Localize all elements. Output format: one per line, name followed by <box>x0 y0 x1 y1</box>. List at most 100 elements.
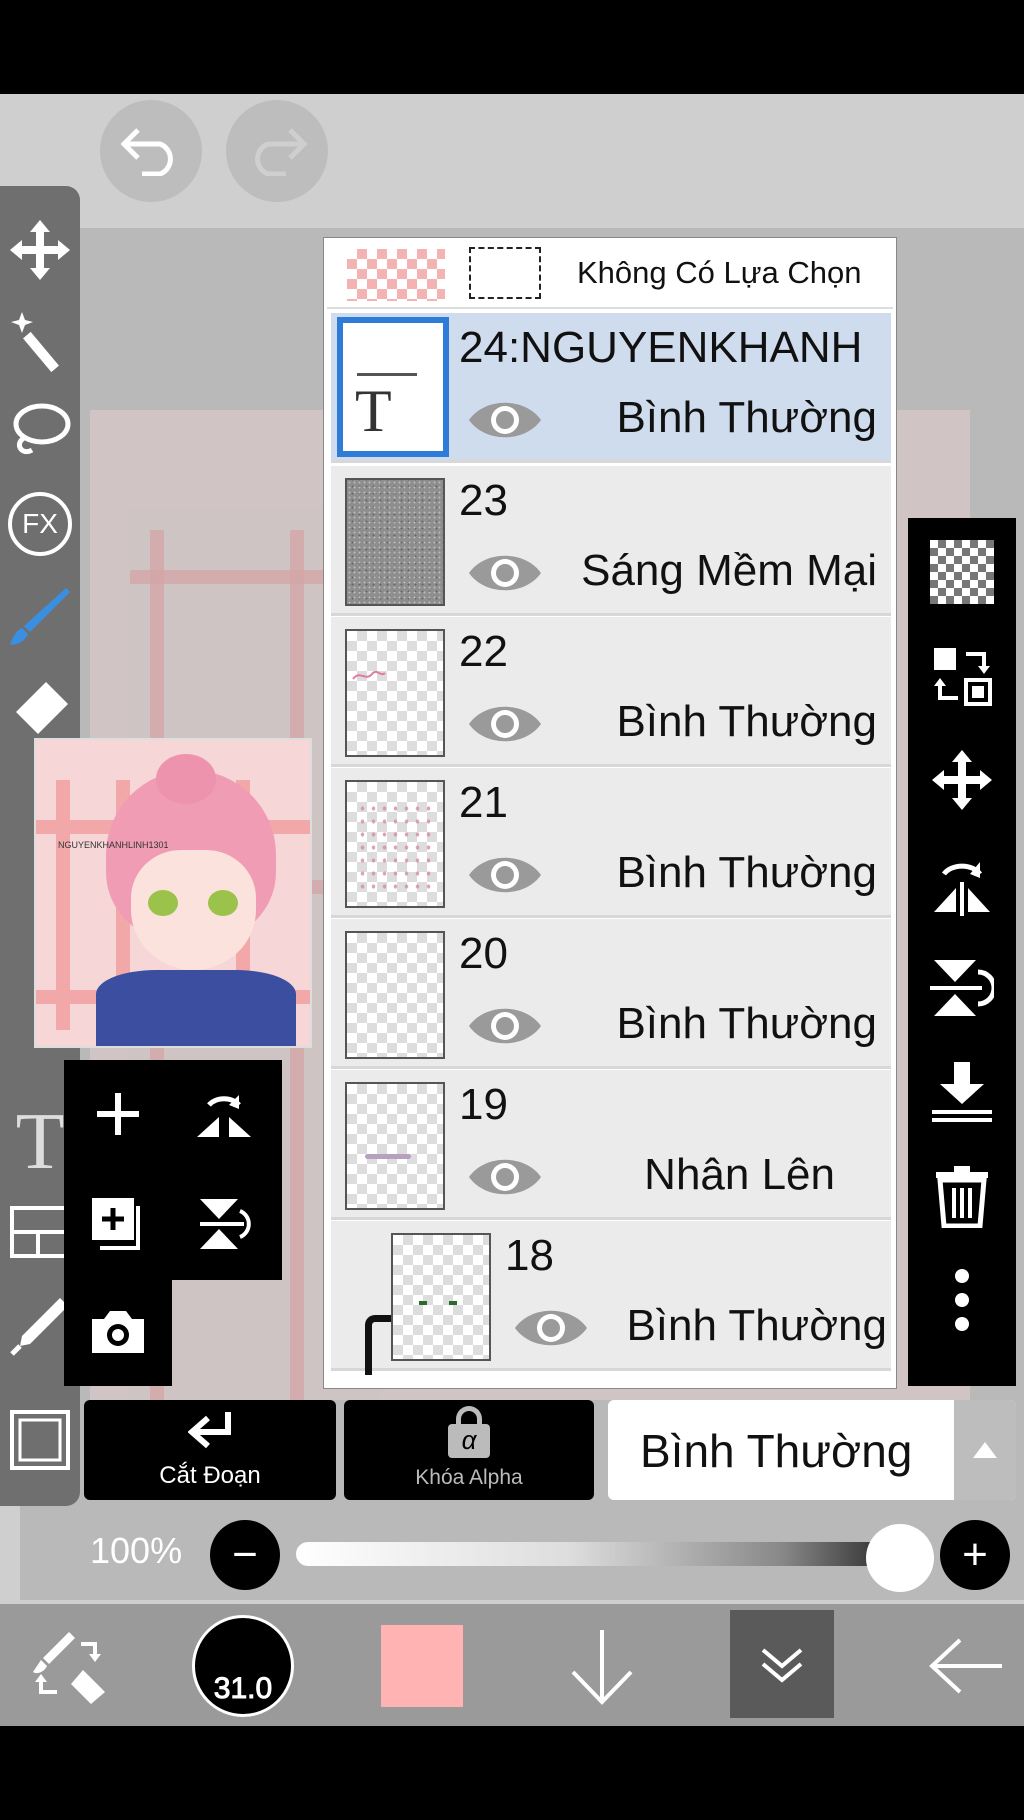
color-button[interactable] <box>380 1614 464 1718</box>
clipping-button[interactable]: Cắt Đoạn <box>84 1400 336 1500</box>
alpha-lock-button[interactable]: α Khóa Alpha <box>344 1400 594 1500</box>
reference-image[interactable]: NGUYENKHANHLINH1301 <box>34 738 312 1048</box>
minus-icon: − <box>232 1530 258 1579</box>
filter-tool[interactable]: FX <box>4 488 76 560</box>
back-button[interactable] <box>916 1614 1016 1718</box>
eye-icon[interactable] <box>467 397 543 443</box>
camera-button[interactable] <box>68 1282 168 1382</box>
layer-thumbnail <box>345 1082 445 1210</box>
layer-name: 20 <box>459 929 508 978</box>
layer-swap-icon <box>934 648 992 706</box>
opacity-decrease-button[interactable]: − <box>210 1520 280 1590</box>
layer-thumbnail: T <box>337 317 449 457</box>
canvas-icon <box>10 1410 70 1470</box>
layer-name: 24:NGUYENKHANH <box>459 323 863 372</box>
canvas-tool[interactable] <box>4 1404 76 1476</box>
brush-eraser-toggle[interactable] <box>14 1614 124 1718</box>
layer-thumbnail <box>391 1233 491 1361</box>
layers-panel-button[interactable] <box>730 1610 834 1718</box>
eye-icon[interactable] <box>467 1154 543 1200</box>
status-bar <box>0 0 1024 94</box>
opacity-slider-handle[interactable] <box>866 1524 934 1592</box>
layer-name: 22 <box>459 627 508 676</box>
bottom-toolbar: 31.0 <box>0 1604 1024 1726</box>
flip-horizontal-button[interactable] <box>922 844 1002 924</box>
layer-blend-mode: Bình Thường <box>616 697 877 746</box>
eye-icon[interactable] <box>467 852 543 898</box>
brush-eraser-swap-icon <box>33 1632 105 1704</box>
blend-mode-value: Bình Thường <box>640 1425 913 1477</box>
flip-vertical-icon <box>930 960 994 1016</box>
layer-swap-button[interactable] <box>922 636 1002 716</box>
layer-down-button[interactable] <box>552 1614 652 1718</box>
character-collar <box>96 970 296 1046</box>
layer-panel: Không Có Lựa Chọn T 24:NGUYENKHANH Bình … <box>324 238 896 1388</box>
opacity-slider[interactable] <box>296 1542 904 1566</box>
layer-row-19[interactable]: 19 Nhân Lên <box>331 1070 891 1220</box>
layer-name: 23 <box>459 476 508 525</box>
eraser-tool[interactable] <box>4 672 76 744</box>
flip-vertical-button[interactable] <box>174 1174 274 1274</box>
blend-mode-dropdown[interactable] <box>954 1400 1016 1500</box>
lock-icon: α <box>448 1406 490 1458</box>
flip-rotate-button[interactable] <box>174 1064 274 1164</box>
layer-row-23[interactable]: 23 Sáng Mềm Mại <box>331 466 891 616</box>
text-icon: T <box>355 378 392 444</box>
eye-icon[interactable] <box>467 701 543 747</box>
transform-tool[interactable] <box>4 214 76 286</box>
layer-row-21[interactable]: 21 Bình Thường <box>331 768 891 918</box>
eye-icon[interactable] <box>467 550 543 596</box>
move-icon <box>932 750 992 810</box>
flip-vertical-layer-button[interactable] <box>922 948 1002 1028</box>
brush-tool[interactable] <box>4 580 76 652</box>
opacity-increase-button[interactable]: + <box>940 1520 1010 1590</box>
eyedropper-icon <box>10 1298 68 1356</box>
quick-action-panel <box>64 1060 282 1280</box>
selection-row[interactable]: Không Có Lựa Chọn <box>327 241 893 309</box>
opacity-value: 100% <box>90 1530 183 1571</box>
layer-row-18[interactable]: 18 Bình Thường <box>331 1221 891 1375</box>
selection-mask-icon <box>469 247 541 299</box>
character-eye-left <box>148 890 178 916</box>
delete-layer-button[interactable] <box>922 1156 1002 1236</box>
trash-icon <box>936 1166 988 1228</box>
layer-thumbnail <box>345 780 445 908</box>
layer-row-22[interactable]: 22 Bình Thường <box>331 617 891 767</box>
layer-name: 21 <box>459 778 508 827</box>
undo-button[interactable] <box>100 100 202 202</box>
undo-icon <box>120 128 173 176</box>
add-layer-button[interactable] <box>68 1064 168 1164</box>
layer-thumbnail <box>345 629 445 757</box>
layer-blend-mode: Bình Thường <box>616 999 877 1048</box>
layer-name: 18 <box>505 1231 554 1280</box>
merge-down-button[interactable] <box>922 1052 1002 1132</box>
blend-mode-select[interactable]: Bình Thường <box>608 1400 1016 1500</box>
brush-size-button[interactable]: 31.0 <box>188 1614 298 1718</box>
flip-horizontal-icon <box>934 862 990 916</box>
move-layer-button[interactable] <box>922 740 1002 820</box>
eye-icon[interactable] <box>467 1003 543 1049</box>
duplicate-layer-button[interactable] <box>68 1174 168 1274</box>
layer-thumbnail <box>345 931 445 1059</box>
magic-wand-tool[interactable] <box>4 304 76 376</box>
layer-action-strip <box>908 518 1016 1386</box>
text-icon: T <box>15 1098 65 1186</box>
move-arrows-icon <box>10 220 70 280</box>
system-nav-bar <box>0 1726 1024 1820</box>
flip-vertical-icon <box>200 1199 251 1249</box>
merge-down-icon <box>932 1062 992 1122</box>
character-bun <box>156 754 216 804</box>
transparent-layer-icon <box>930 540 994 604</box>
more-options-button[interactable] <box>922 1260 1002 1340</box>
selection-label: Không Có Lựa Chọn <box>577 255 862 290</box>
eye-icon[interactable] <box>513 1305 589 1351</box>
layer-row-24[interactable]: T 24:NGUYENKHANH Bình Thường <box>331 313 891 463</box>
opacity-control: 100% − + <box>0 1510 1024 1600</box>
transparent-layer-button[interactable] <box>922 532 1002 612</box>
redo-button[interactable] <box>226 100 328 202</box>
clipping-icon <box>188 1412 231 1449</box>
lasso-tool[interactable] <box>4 396 76 468</box>
layer-row-20[interactable]: 20 Bình Thường <box>331 919 891 1069</box>
magic-wand-icon <box>11 312 59 372</box>
fx-icon: FX <box>8 492 72 556</box>
